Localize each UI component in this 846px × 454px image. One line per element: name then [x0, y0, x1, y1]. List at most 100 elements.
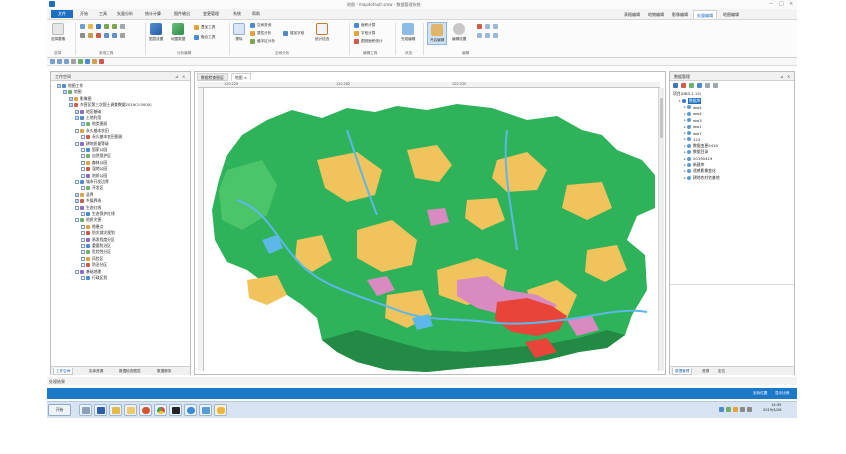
- start-button[interactable]: 开始: [48, 404, 71, 416]
- layer-tree-item[interactable]: 防灾减灾规划: [77, 230, 115, 236]
- zoom-out-icon[interactable]: [57, 59, 62, 64]
- layer-tree-item[interactable]: 自然保护区: [77, 153, 111, 159]
- property-analysis-button[interactable]: 属性分析: [250, 31, 271, 36]
- layer-checkbox[interactable]: ✓: [81, 122, 85, 127]
- layer-checkbox[interactable]: [81, 244, 85, 248]
- layer-checkbox[interactable]: [81, 231, 85, 236]
- menu-print[interactable]: 图件输出: [174, 11, 190, 17]
- tab-check-layers[interactable]: 数据检查图层: [117, 368, 143, 375]
- menu-tools[interactable]: 工具: [99, 11, 107, 17]
- area-stat-button[interactable]: 图斑面积统计: [354, 39, 383, 44]
- taskbar-explorer[interactable]: [109, 404, 122, 416]
- layer-tree-item[interactable]: 防治分区: [77, 262, 107, 268]
- cut-icon[interactable]: [80, 33, 85, 38]
- project-root[interactable]: 项目(DB3.1.13): [673, 91, 701, 97]
- layer-tree-item[interactable]: 开发区: [77, 185, 103, 191]
- menu-help[interactable]: 帮助: [252, 11, 260, 17]
- tab-image-edit[interactable]: 影像编辑: [669, 10, 691, 19]
- taskbar-ie[interactable]: [184, 404, 197, 416]
- scroll-thumb[interactable]: [660, 98, 663, 138]
- layer-checkbox[interactable]: [81, 276, 85, 280]
- copy-icon[interactable]: [120, 24, 125, 29]
- close-icon[interactable]: ×: [244, 75, 247, 80]
- pan-icon[interactable]: [71, 59, 76, 64]
- split-icon[interactable]: [493, 24, 498, 29]
- pan-icon[interactable]: [120, 33, 125, 38]
- buffer-button[interactable]: 缓冲区分析: [250, 39, 275, 44]
- layer-tree-item[interactable]: 国家公园: [77, 147, 107, 153]
- layer-checkbox[interactable]: ✓: [69, 96, 73, 101]
- open-icon[interactable]: [88, 24, 93, 29]
- minimize-button[interactable]: −: [769, 1, 773, 7]
- layer-checkbox[interactable]: [81, 212, 85, 216]
- vertical-scrollbar[interactable]: [658, 88, 664, 371]
- field-calc-button[interactable]: 字段计算: [354, 31, 375, 36]
- layer-checkbox[interactable]: [75, 218, 79, 223]
- layer-tree-item[interactable]: - ✓ 地图工作: [53, 83, 83, 89]
- layer-tree-item[interactable]: - 城市开发边界: [71, 179, 109, 185]
- layer-tree-item[interactable]: ✓ 县界: [71, 192, 94, 198]
- menu-change-manage[interactable]: 变更管理: [203, 11, 219, 17]
- database-tree-item[interactable]: ▸ ww4: [683, 111, 702, 117]
- menu-start[interactable]: 开始: [80, 11, 88, 17]
- layer-checkbox[interactable]: [75, 128, 79, 133]
- zoom-in-icon[interactable]: [104, 33, 109, 38]
- layer-checkbox[interactable]: [81, 256, 85, 261]
- database-tree-item[interactable]: ▸ 遥感影像变化: [683, 168, 716, 174]
- layer-tree-item[interactable]: - 地质灾害: [71, 217, 101, 223]
- layer-tree-item[interactable]: - 生态红线: [71, 205, 101, 211]
- tab-table-edit[interactable]: 表格编辑: [621, 10, 643, 19]
- database-tree-item[interactable]: ▸ 数据变更0419: [683, 143, 718, 149]
- layer-checkbox[interactable]: [75, 180, 79, 184]
- land-use-map[interactable]: [207, 90, 657, 372]
- taskbar-gis-app[interactable]: [214, 404, 227, 416]
- layer-checkbox[interactable]: [81, 237, 85, 242]
- database-tree-item[interactable]: ▸ 耕地农村宅基地: [683, 175, 720, 181]
- tab-map-edit[interactable]: 地图编辑: [720, 10, 742, 19]
- taskbar-user-app[interactable]: [79, 404, 92, 416]
- delete-icon[interactable]: [681, 83, 686, 88]
- layer-tree-item[interactable]: 易发程度分区: [77, 237, 115, 243]
- layer-tree-item[interactable]: - 耕地质量等级: [71, 141, 109, 147]
- layer-tree-item[interactable]: ✓ 乡镇界线: [71, 198, 101, 204]
- layer-tree-item[interactable]: 重要防治区: [77, 243, 111, 249]
- panel-splitter[interactable]: [670, 284, 794, 285]
- tab-vector-edit[interactable]: 矢量编辑: [693, 10, 717, 19]
- menu-system[interactable]: 系统: [233, 11, 241, 17]
- tab-locate[interactable]: 定位: [716, 368, 727, 375]
- layer-tree-item[interactable]: - ✓ 土地利用: [71, 115, 101, 121]
- layer-checkbox[interactable]: ✓: [75, 109, 79, 114]
- merge-icon[interactable]: [477, 33, 482, 38]
- layer-checkbox[interactable]: [81, 250, 85, 255]
- tab-data-manage[interactable]: 数据管理: [672, 368, 693, 375]
- database-tree-item[interactable]: ▸ 20190419: [683, 156, 712, 162]
- new-icon[interactable]: [80, 24, 85, 29]
- layer-checkbox[interactable]: [81, 135, 85, 140]
- layer-checkbox[interactable]: ✓: [57, 84, 61, 88]
- pin-icon[interactable]: ⊿: [780, 74, 783, 79]
- taskbar-cmd[interactable]: [169, 404, 182, 416]
- database-tree-item[interactable]: ▸ ww7: [683, 130, 702, 136]
- taskbar-terminal[interactable]: [94, 404, 107, 416]
- database-tree-item[interactable]: ▸ ww1: [683, 124, 702, 130]
- layer-checkbox[interactable]: ✓: [69, 103, 73, 108]
- layer-checkbox[interactable]: ✓: [75, 192, 79, 197]
- layer-tree-item[interactable]: - 永久基本农田: [71, 128, 109, 134]
- layer-checkbox[interactable]: ✓: [63, 90, 67, 95]
- edit-settings-button[interactable]: 编辑设置: [452, 23, 466, 42]
- taskbar-folder[interactable]: [124, 404, 137, 416]
- database-tree-item[interactable]: ▸ 数据目录: [683, 149, 708, 155]
- zoom-out-icon[interactable]: [112, 33, 117, 38]
- close-edit-icon[interactable]: [477, 24, 482, 29]
- properties-icon[interactable]: [697, 83, 702, 88]
- identify-icon[interactable]: [85, 59, 90, 64]
- link-icon[interactable]: [713, 83, 718, 88]
- zoom-in-icon[interactable]: [50, 59, 55, 64]
- database-tree-item[interactable]: ▸ 新建库: [683, 162, 704, 168]
- tray-clock[interactable]: 14:35 2019/4/26: [763, 403, 781, 413]
- layer-tree-item[interactable]: ✓ 地类图斑: [77, 121, 107, 127]
- vertex-icon[interactable]: [485, 24, 490, 29]
- tab-check-layer-doc[interactable]: 数据检查图层: [197, 73, 228, 81]
- fusion-tool-button[interactable]: 融合工具: [194, 35, 215, 40]
- close-icon[interactable]: ×: [182, 74, 185, 79]
